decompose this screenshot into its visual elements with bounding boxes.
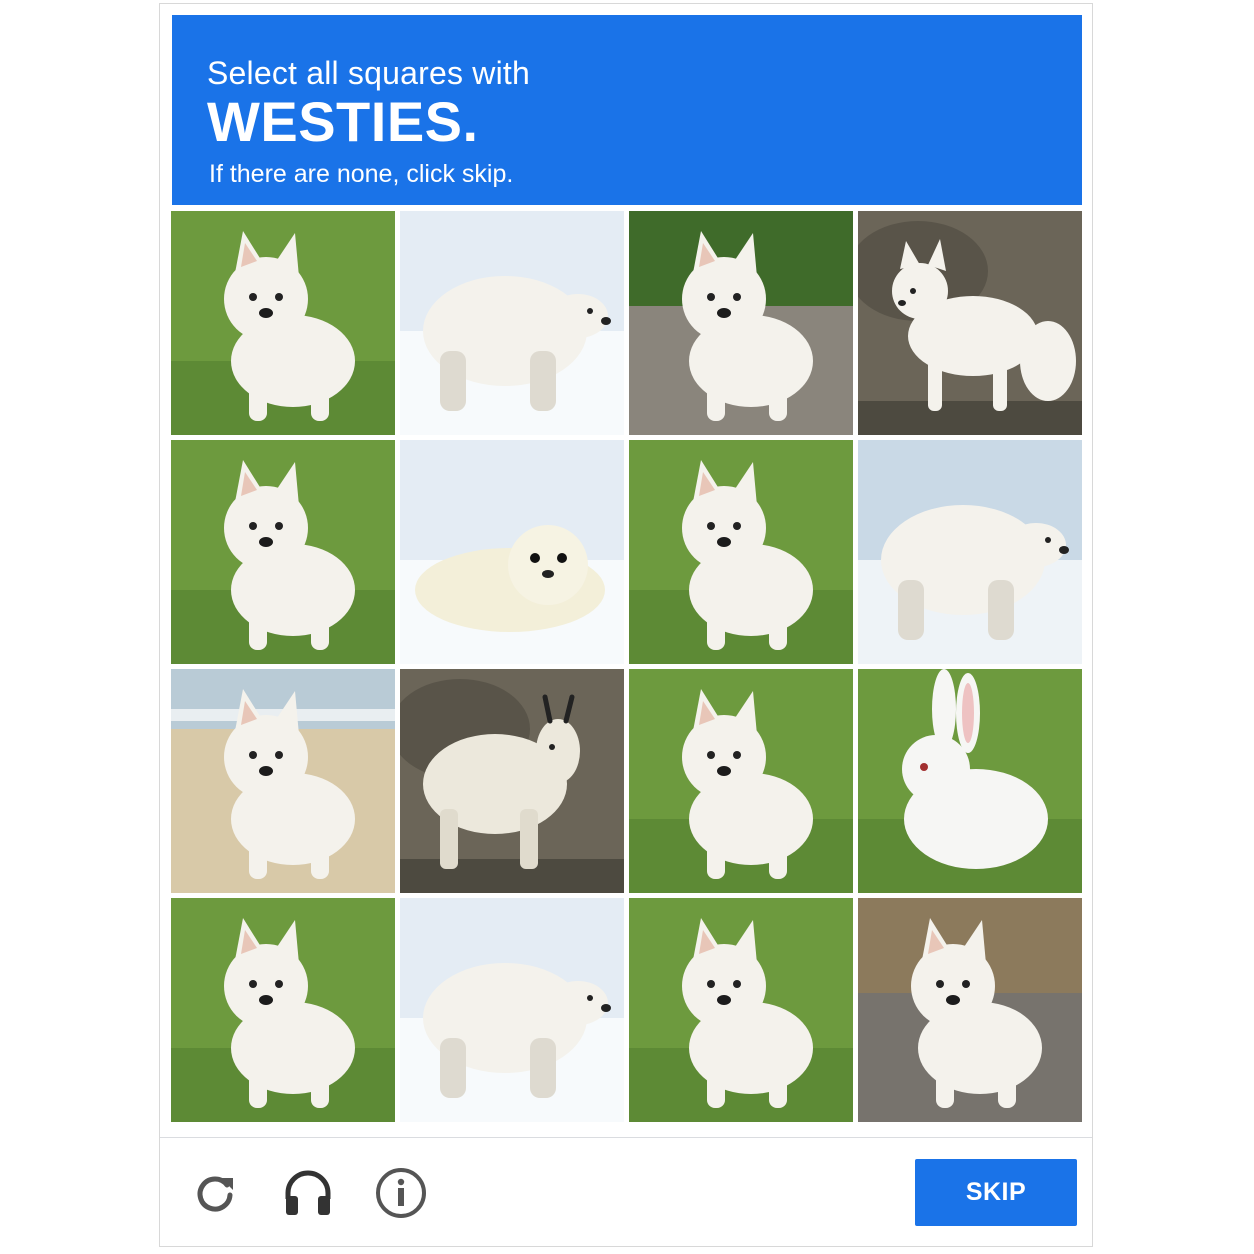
grid-tile-westie[interactable] xyxy=(629,440,853,664)
grid-tile-white-rabbit[interactable] xyxy=(858,669,1082,893)
grid-tile-seal-pup[interactable] xyxy=(400,440,624,664)
image-grid xyxy=(171,211,1083,1123)
grid-tile-arctic-fox[interactable] xyxy=(858,211,1082,435)
target-label: WESTIES. xyxy=(207,90,479,153)
grid-tile-westie[interactable] xyxy=(858,898,1082,1122)
grid-tile-polar-bear[interactable] xyxy=(400,211,624,435)
grid-tile-polar-bear[interactable] xyxy=(858,440,1082,664)
headphones-icon[interactable] xyxy=(280,1165,336,1221)
info-icon[interactable] xyxy=(373,1165,429,1221)
skip-button[interactable]: SKIP xyxy=(915,1159,1077,1226)
grid-tile-polar-bear[interactable] xyxy=(400,898,624,1122)
footer-divider xyxy=(160,1137,1092,1138)
grid-tile-westie[interactable] xyxy=(171,669,395,893)
grid-tile-mountain-goat[interactable] xyxy=(400,669,624,893)
grid-tile-westie[interactable] xyxy=(171,440,395,664)
grid-tile-westie[interactable] xyxy=(629,211,853,435)
instruction-text: Select all squares with xyxy=(207,55,530,91)
captcha-dialog: Select all squares with WESTIES. If ther… xyxy=(159,3,1093,1247)
grid-tile-westie[interactable] xyxy=(171,211,395,435)
reload-icon[interactable] xyxy=(187,1165,243,1221)
grid-tile-samoyed[interactable] xyxy=(629,898,853,1122)
grid-tile-westie[interactable] xyxy=(629,669,853,893)
challenge-header: Select all squares with WESTIES. If ther… xyxy=(172,15,1082,205)
hint-text: If there are none, click skip. xyxy=(209,160,514,188)
grid-tile-westie[interactable] xyxy=(171,898,395,1122)
